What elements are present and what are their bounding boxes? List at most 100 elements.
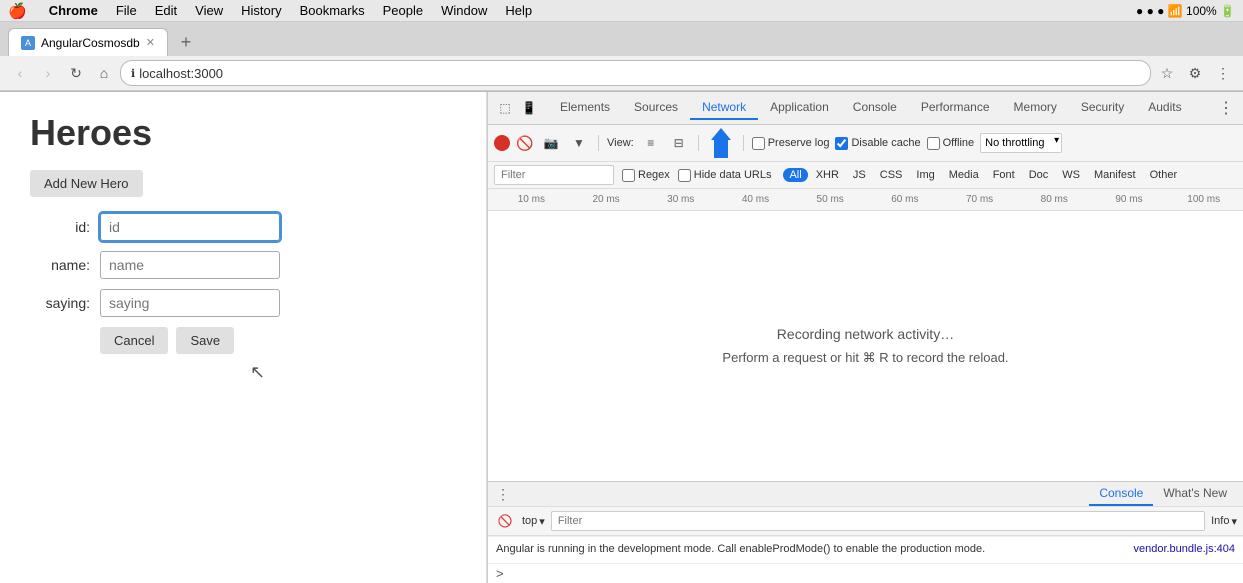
nav-bar: ‹ › ↻ ⌂ ℹ localhost:3000 ☆ ⚙ ⋮ bbox=[0, 56, 1243, 91]
filter-media[interactable]: Media bbox=[943, 168, 985, 182]
name-field-group: name: bbox=[30, 251, 456, 279]
list-view-btn[interactable]: ≡ bbox=[640, 132, 662, 154]
filter-all[interactable]: All bbox=[783, 168, 807, 182]
devtools-panel: ⬚ 📱 Elements Sources Network Application… bbox=[487, 92, 1243, 583]
devtools-top-toolbar: ⬚ 📱 Elements Sources Network Application… bbox=[488, 92, 1243, 125]
tab-sources[interactable]: Sources bbox=[622, 96, 690, 120]
console-clear-btn[interactable]: 🚫 bbox=[494, 510, 516, 532]
name-input[interactable] bbox=[100, 251, 280, 279]
saying-input[interactable] bbox=[100, 289, 280, 317]
clear-network-btn[interactable]: 🚫 bbox=[516, 134, 534, 152]
console-filter-input[interactable] bbox=[551, 511, 1205, 531]
filter-other[interactable]: Other bbox=[1144, 168, 1184, 182]
extensions-btn[interactable]: ⚙ bbox=[1183, 61, 1207, 85]
menu-btn[interactable]: ⋮ bbox=[1211, 61, 1235, 85]
inspect-element-btn[interactable]: ⬚ bbox=[494, 97, 516, 119]
console-context-selector[interactable]: top ▾ bbox=[522, 515, 545, 528]
offline-label[interactable]: Offline bbox=[927, 137, 975, 150]
tab-security[interactable]: Security bbox=[1069, 96, 1136, 120]
throttle-select[interactable]: No throttling bbox=[980, 133, 1062, 153]
console-msg-source-0[interactable]: vendor.bundle.js:404 bbox=[1133, 541, 1235, 559]
timeline-50ms: 50 ms bbox=[793, 194, 868, 205]
apple-menu[interactable]: 🍎 bbox=[8, 2, 27, 20]
large-rows-btn[interactable]: ⊟ bbox=[668, 132, 690, 154]
cancel-button[interactable]: Cancel bbox=[100, 327, 168, 354]
active-tab[interactable]: A AngularCosmosdb ✕ bbox=[8, 28, 168, 56]
console-options-icon[interactable]: ⋮ bbox=[494, 484, 512, 505]
view-label: View: bbox=[607, 137, 634, 149]
add-new-hero-button[interactable]: Add New Hero bbox=[30, 170, 143, 197]
tab-close-btn[interactable]: ✕ bbox=[146, 36, 155, 49]
hide-data-urls-label[interactable]: Hide data URLs bbox=[678, 169, 772, 182]
record-network-btn[interactable] bbox=[494, 135, 510, 151]
timeline-100ms: 100 ms bbox=[1166, 194, 1241, 205]
filter-ws[interactable]: WS bbox=[1056, 168, 1086, 182]
back-btn[interactable]: ‹ bbox=[8, 61, 32, 85]
regex-label[interactable]: Regex bbox=[622, 169, 670, 182]
console-prompt: > bbox=[488, 563, 1243, 583]
filter-font[interactable]: Font bbox=[987, 168, 1021, 182]
console-prompt-symbol: > bbox=[496, 566, 504, 581]
menu-view[interactable]: View bbox=[195, 3, 223, 18]
offline-checkbox[interactable] bbox=[927, 137, 940, 150]
filter-img[interactable]: Img bbox=[910, 168, 940, 182]
tab-audits[interactable]: Audits bbox=[1136, 96, 1193, 120]
forward-btn[interactable]: › bbox=[36, 61, 60, 85]
console-context-arrow: ▾ bbox=[539, 515, 545, 528]
filter-doc[interactable]: Doc bbox=[1023, 168, 1055, 182]
console-level-selector[interactable]: Info ▾ bbox=[1211, 515, 1237, 528]
console-msg-text-0: Angular is running in the development mo… bbox=[496, 541, 985, 559]
regex-checkbox[interactable] bbox=[622, 169, 635, 182]
devtools-tab-tools: ⋮ bbox=[1215, 97, 1237, 119]
menu-history[interactable]: History bbox=[241, 3, 281, 18]
disable-cache-label[interactable]: Disable cache bbox=[835, 137, 920, 150]
cursor-indicator: ↖ bbox=[250, 362, 265, 382]
filter-manifest[interactable]: Manifest bbox=[1088, 168, 1142, 182]
app-name[interactable]: Chrome bbox=[49, 3, 98, 18]
new-tab-btn[interactable]: + bbox=[172, 28, 200, 56]
console-level-text: Info bbox=[1211, 515, 1229, 527]
filter-js[interactable]: JS bbox=[847, 168, 872, 182]
id-label: id: bbox=[30, 219, 90, 235]
network-empty-state: Recording network activity… Perform a re… bbox=[488, 211, 1243, 481]
network-filter-input[interactable] bbox=[494, 165, 614, 185]
preserve-log-checkbox[interactable] bbox=[752, 137, 765, 150]
devtools-icons-left: ⬚ 📱 bbox=[494, 97, 540, 119]
page-title: Heroes bbox=[30, 112, 456, 154]
menu-edit[interactable]: Edit bbox=[155, 3, 177, 18]
throttle-wrapper[interactable]: No throttling bbox=[980, 133, 1062, 153]
filter-xhr[interactable]: XHR bbox=[810, 168, 845, 182]
timeline-labels: 10 ms 20 ms 30 ms 40 ms 50 ms 60 ms 70 m… bbox=[490, 194, 1241, 205]
bookmark-btn[interactable]: ☆ bbox=[1155, 61, 1179, 85]
device-toolbar-btn[interactable]: 📱 bbox=[518, 97, 540, 119]
timeline-30ms: 30 ms bbox=[643, 194, 718, 205]
console-tab-console[interactable]: Console bbox=[1089, 482, 1153, 506]
disable-cache-checkbox[interactable] bbox=[835, 137, 848, 150]
address-bar[interactable]: ℹ localhost:3000 bbox=[120, 60, 1151, 86]
id-input[interactable] bbox=[100, 213, 280, 241]
tab-memory[interactable]: Memory bbox=[1002, 96, 1069, 120]
hide-data-urls-checkbox[interactable] bbox=[678, 169, 691, 182]
menu-people[interactable]: People bbox=[383, 3, 423, 18]
camera-btn[interactable]: 📷 bbox=[540, 132, 562, 154]
tab-console[interactable]: Console bbox=[841, 96, 909, 120]
menu-help[interactable]: Help bbox=[505, 3, 532, 18]
tab-network[interactable]: Network bbox=[690, 96, 758, 120]
filter-btn[interactable]: ▼ bbox=[568, 132, 590, 154]
menu-bookmarks[interactable]: Bookmarks bbox=[300, 3, 365, 18]
preserve-log-label[interactable]: Preserve log bbox=[752, 137, 830, 150]
devtools-more-btn[interactable]: ⋮ bbox=[1215, 97, 1237, 119]
tab-performance[interactable]: Performance bbox=[909, 96, 1002, 120]
filter-css[interactable]: CSS bbox=[874, 168, 909, 182]
home-btn[interactable]: ⌂ bbox=[92, 61, 116, 85]
menu-window[interactable]: Window bbox=[441, 3, 487, 18]
name-label: name: bbox=[30, 257, 90, 273]
menu-file[interactable]: File bbox=[116, 3, 137, 18]
tab-application[interactable]: Application bbox=[758, 96, 841, 120]
console-tab-whatsnew[interactable]: What's New bbox=[1153, 482, 1237, 506]
tab-elements[interactable]: Elements bbox=[548, 96, 622, 120]
tab-bar: A AngularCosmosdb ✕ + bbox=[0, 22, 1243, 56]
refresh-btn[interactable]: ↻ bbox=[64, 61, 88, 85]
battery-status: ● ● ● 📶 100% 🔋 bbox=[1136, 4, 1235, 18]
save-button[interactable]: Save bbox=[176, 327, 234, 354]
